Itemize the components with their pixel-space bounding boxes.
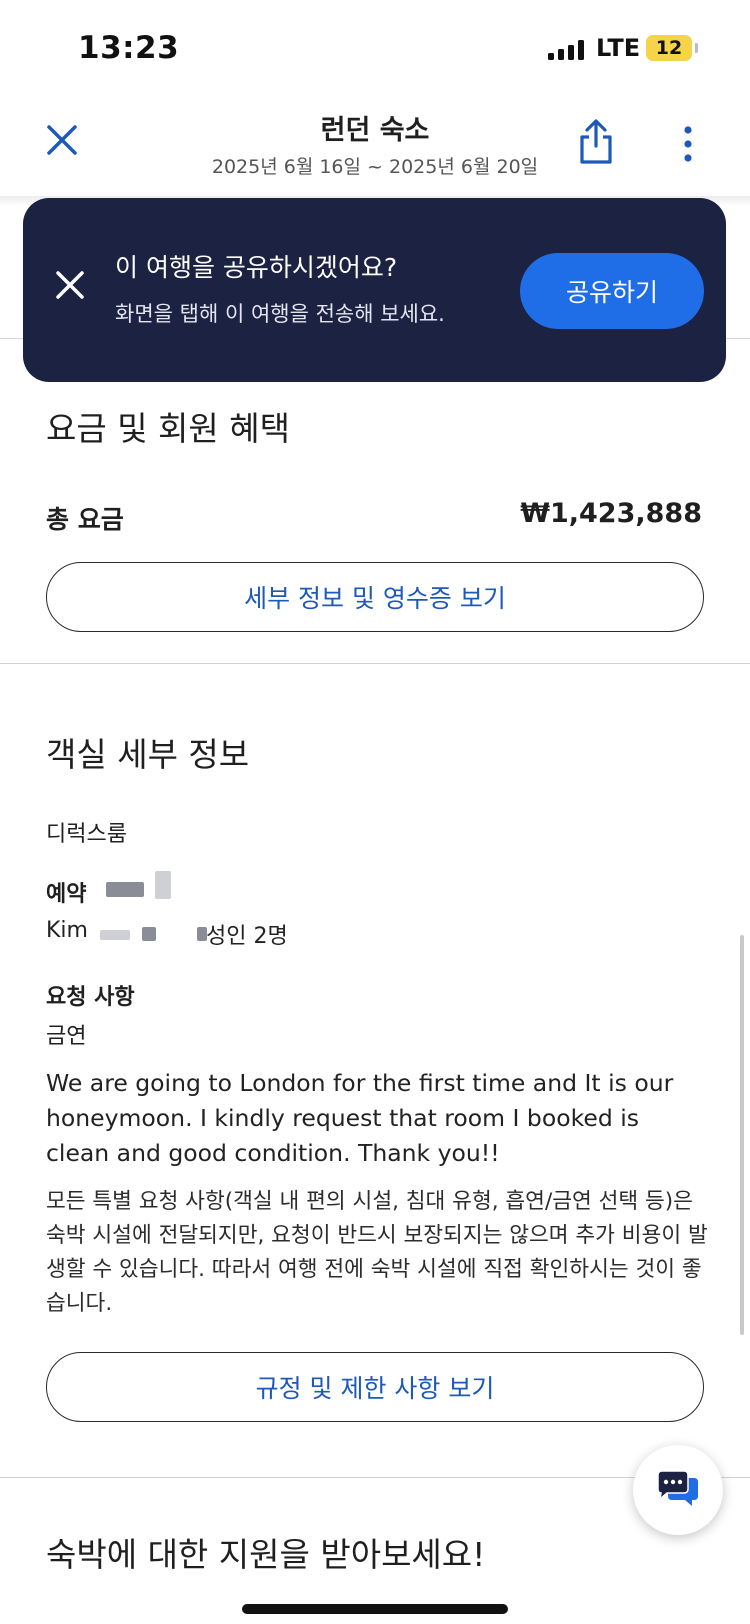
redacted-text [106, 882, 144, 897]
redacted-text [100, 930, 130, 940]
total-price-value: ₩1,423,888 [520, 498, 702, 529]
redacted-text [155, 871, 171, 899]
total-price-label: 총 요금 [46, 505, 124, 534]
smoking-preference: 금연 [46, 1024, 87, 1049]
receipt-details-button[interactable]: 세부 정보 및 영수증 보기 [46, 562, 704, 632]
section-divider [0, 663, 750, 664]
divider [0, 338, 23, 339]
share-trip-banner[interactable]: 이 여행을 공유하시겠어요? 화면을 탭해 이 여행을 전송해 보세요. 공유하… [23, 198, 726, 382]
chat-bubbles-icon [656, 1468, 700, 1512]
requests-label: 요청 사항 [46, 985, 135, 1010]
banner-text: 화면을 탭해 이 여행을 전송해 보세요. [115, 302, 445, 326]
special-request-text: We are going to London for the first tim… [46, 1069, 674, 1167]
guest-name: Kim [46, 918, 88, 943]
share-icon[interactable] [578, 118, 614, 166]
request-notice: 모든 특별 요청 사항(객실 내 편의 시설, 침대 유형, 흡연/금연 선택 … [46, 1189, 708, 1316]
rules-restrictions-button[interactable]: 규정 및 제한 사항 보기 [46, 1352, 704, 1422]
battery-icon: 12 [646, 35, 692, 61]
network-type: LTE [596, 34, 641, 62]
redacted-text [142, 927, 156, 941]
more-vertical-icon[interactable] [680, 126, 696, 162]
divider [726, 338, 750, 339]
scrollbar[interactable] [740, 935, 744, 1335]
chat-button[interactable] [633, 1445, 723, 1535]
room-section-title: 객실 세부 정보 [46, 735, 250, 774]
reservation-label: 예약 [46, 882, 87, 907]
home-indicator[interactable] [242, 1604, 508, 1614]
share-button[interactable]: 공유하기 [520, 253, 704, 329]
signal-icon [548, 40, 584, 60]
trip-dates: 2025년 6월 16일 ~ 2025년 6월 20일 [211, 156, 539, 178]
status-time: 13:23 [78, 30, 180, 66]
page-title: 런던 숙소 [320, 115, 430, 146]
battery-tip [695, 43, 698, 53]
pricing-section-title: 요금 및 회원 혜택 [46, 409, 290, 448]
support-section-title: 숙박에 대한 지원을 받아보세요! [46, 1535, 486, 1574]
banner-close-icon[interactable] [53, 268, 87, 302]
guest-count: 성인 2명 [206, 924, 288, 949]
banner-title: 이 여행을 공유하시겠어요? [115, 253, 398, 282]
room-type: 디럭스룸 [46, 822, 127, 847]
